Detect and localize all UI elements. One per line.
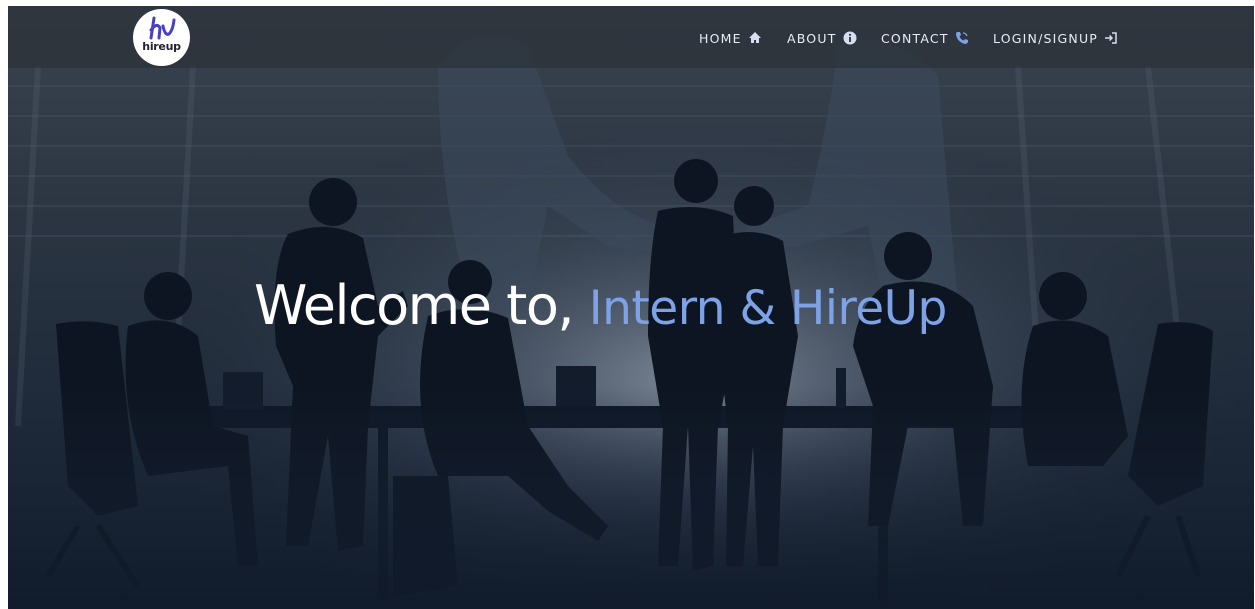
nav-about[interactable]: ABOUT: [787, 28, 857, 48]
top-navbar: hireup HOME ABOUT CONTACT LOGIN/SIGNUP: [8, 6, 1254, 68]
login-icon: [1105, 32, 1117, 44]
home-icon: [748, 32, 761, 43]
nav-login-signup-label: LOGIN/SIGNUP: [993, 30, 1099, 46]
info-icon: [843, 31, 857, 45]
nav-contact[interactable]: CONTACT: [881, 28, 969, 48]
nav-about-label: ABOUT: [787, 30, 837, 46]
nav-contact-label: CONTACT: [881, 30, 949, 46]
hero-headline-main: Welcome to,: [254, 274, 575, 337]
hero-headline-accent: Intern & HireUp: [588, 281, 948, 336]
nav-login-signup[interactable]: LOGIN/SIGNUP: [993, 28, 1118, 48]
hireup-logo[interactable]: hireup: [133, 9, 190, 66]
hero-headline: Welcome to, Intern & HireUp: [254, 274, 947, 337]
nav-home[interactable]: HOME: [699, 28, 762, 48]
hero-section: hireup HOME ABOUT CONTACT LOGIN/SIGNUP W…: [8, 6, 1254, 609]
hireup-logo-icon: [149, 16, 176, 40]
logo-text: hireup: [142, 40, 181, 53]
nav-home-label: HOME: [699, 30, 742, 46]
phone-icon: [955, 32, 968, 44]
